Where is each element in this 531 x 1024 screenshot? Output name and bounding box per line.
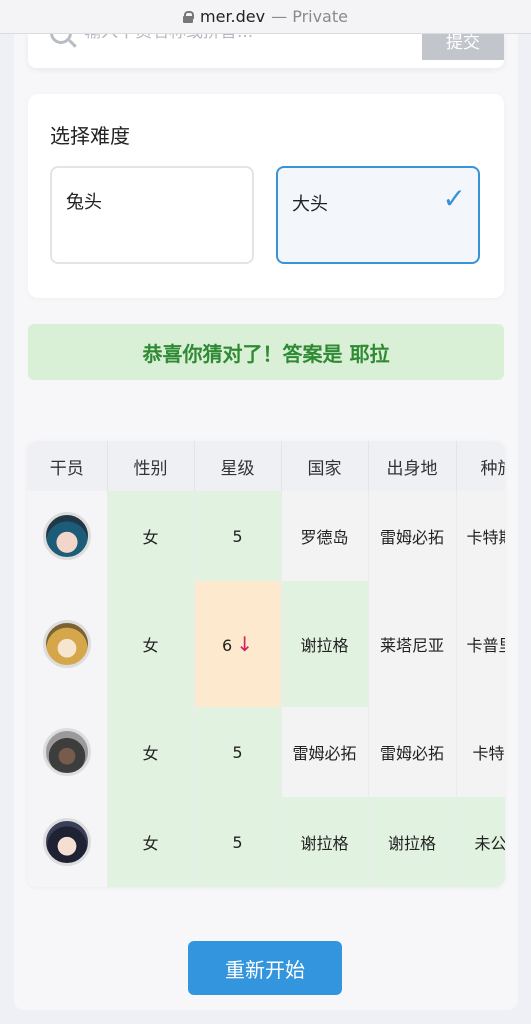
- guess-table: 干员 性别 星级 国家 出身地 种族 女 5 罗德岛 雷姆必拓 卡特斯: [27, 441, 505, 887]
- country-cell: 罗德岛: [281, 491, 369, 581]
- column-header: 星级: [194, 441, 282, 491]
- url-domain[interactable]: mer.dev: [200, 7, 265, 26]
- column-header: 国家: [281, 441, 369, 491]
- operator-avatar: [42, 512, 91, 560]
- origin-cell: 雷姆必拓: [368, 491, 457, 581]
- country-cell: 谢拉格: [281, 797, 369, 887]
- gender-cell: 女: [107, 491, 195, 581]
- operator-avatar: [42, 728, 91, 776]
- origin-cell: 谢拉格: [368, 797, 457, 887]
- page-card: 提交 选择难度 兔头 大头 ✓ 恭喜你猜对了！答案是 耶拉 干员 性别 星级 国…: [14, 28, 518, 1010]
- table-header-row: 干员 性别 星级 国家 出身地 种族: [27, 441, 505, 491]
- private-mode-label: — Private: [271, 7, 348, 26]
- operator-cell: [27, 797, 108, 887]
- origin-cell: 莱塔尼亚: [368, 581, 457, 707]
- stars-cell: 5: [194, 491, 282, 581]
- column-header: 性别: [107, 441, 195, 491]
- country-cell: 谢拉格: [281, 581, 369, 707]
- lock-icon: [183, 10, 195, 23]
- stars-cell: 5: [194, 707, 282, 797]
- table-row: 女 5 雷姆必拓 雷姆必拓 卡特斯: [27, 707, 505, 797]
- column-header: 出身地: [368, 441, 457, 491]
- race-cell: 卡特斯: [456, 707, 505, 797]
- race-cell: 卡特斯: [456, 491, 505, 581]
- column-header: 种族: [456, 441, 505, 491]
- gender-cell: 女: [107, 797, 195, 887]
- column-header: 干员: [27, 441, 108, 491]
- arrow-down-icon: ↓: [236, 632, 253, 656]
- restart-button[interactable]: 重新开始: [188, 941, 342, 995]
- table-row: 女 6↓ 谢拉格 莱塔尼亚 卡普里尼: [27, 581, 505, 707]
- gender-cell: 女: [107, 707, 195, 797]
- race-cell: 卡普里尼: [456, 581, 505, 707]
- operator-avatar: [42, 620, 91, 668]
- search-bar: 提交: [28, 28, 504, 68]
- stars-cell: 5: [194, 797, 282, 887]
- country-cell: 雷姆必拓: [281, 707, 369, 797]
- guess-table-container[interactable]: 干员 性别 星级 国家 出身地 种族 女 5 罗德岛 雷姆必拓 卡特斯: [27, 441, 505, 887]
- stars-cell: 6 ↓: [194, 581, 282, 707]
- difficulty-title: 选择难度: [50, 124, 130, 148]
- table-row: 女 5 罗德岛 雷姆必拓 卡特斯: [27, 491, 505, 581]
- operator-cell: [27, 581, 108, 707]
- difficulty-card: 选择难度 兔头 大头 ✓: [28, 94, 504, 298]
- gender-cell: 女: [107, 581, 195, 707]
- race-cell: 未公开: [456, 797, 505, 887]
- operator-avatar: [42, 818, 91, 866]
- origin-cell: 雷姆必拓: [368, 707, 457, 797]
- difficulty-option-rabbit[interactable]: 兔头: [50, 166, 254, 264]
- success-banner: 恭喜你猜对了！答案是 耶拉: [28, 324, 504, 380]
- check-icon: ✓: [442, 182, 466, 215]
- operator-cell: [27, 491, 108, 581]
- difficulty-option-label: 大头: [292, 194, 328, 215]
- operator-cell: [27, 707, 108, 797]
- difficulty-option-bighead[interactable]: 大头 ✓: [276, 166, 480, 264]
- browser-url-bar[interactable]: mer.dev — Private: [0, 0, 531, 34]
- difficulty-option-label: 兔头: [66, 192, 102, 213]
- table-row: 女 5 谢拉格 谢拉格 未公开: [27, 797, 505, 887]
